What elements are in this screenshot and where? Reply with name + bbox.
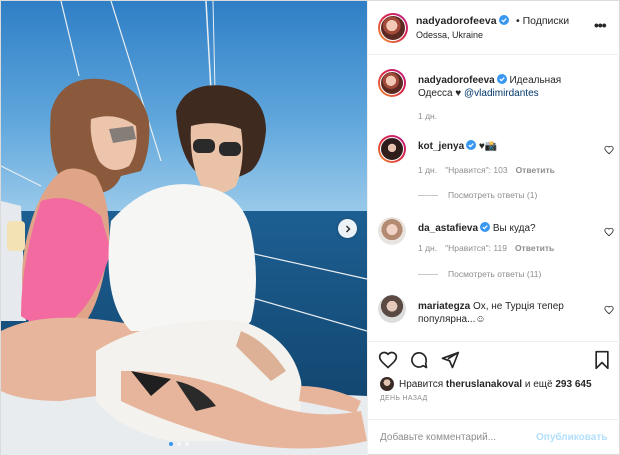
likes-count[interactable]: 293 645: [555, 379, 591, 390]
reply-button[interactable]: Ответить: [516, 165, 555, 175]
following-button[interactable]: • Подписки: [516, 15, 569, 27]
chevron-right-icon: [345, 225, 350, 232]
commenter-avatar[interactable]: [378, 217, 406, 245]
post-side-panel: nadyadorofeeva • Подписки Odessa, Ukrain…: [367, 1, 620, 455]
comment-username[interactable]: da_astafieva: [418, 223, 478, 234]
add-comment-bar: Добавьте комментарий... Опубликовать: [368, 419, 620, 455]
author-avatar[interactable]: [378, 13, 408, 43]
next-slide-button[interactable]: [338, 219, 357, 238]
bookmark-icon[interactable]: [592, 350, 612, 370]
view-replies-button[interactable]: Посмотреть ответы (1): [418, 190, 537, 200]
heart-icon[interactable]: [378, 350, 398, 370]
author-username[interactable]: nadyadorofeeva: [416, 15, 509, 27]
publish-button[interactable]: Опубликовать: [536, 432, 607, 443]
comment-username[interactable]: mariategza: [418, 301, 470, 312]
caption-text: nadyadorofeeva Идеальная Одесса ♥ @vladi…: [418, 74, 562, 99]
view-replies-button[interactable]: Посмотреть ответы (11): [418, 269, 541, 279]
comment-icon[interactable]: [409, 350, 429, 370]
comment-text: da_astafieva Вы куда?: [418, 222, 536, 234]
like-comment-icon[interactable]: [604, 227, 614, 237]
carousel-dot: [177, 442, 181, 446]
likes-summary: Нравится theruslanakoval и ещё 293 645: [380, 377, 592, 391]
comment-text: mariategza Ох, не Турція тепер популярна…: [418, 301, 564, 325]
comment-item: mariategza Ох, не Турція тепер популярна…: [378, 295, 618, 335]
reply-button[interactable]: Ответить: [515, 243, 554, 253]
following-label: Подписки: [522, 15, 570, 27]
post-location[interactable]: Odessa, Ukraine: [416, 30, 483, 40]
commenter-avatar[interactable]: [378, 295, 406, 323]
post-header: nadyadorofeeva • Подписки Odessa, Ukrain…: [368, 1, 620, 55]
post-actions: Нравится theruslanakoval и ещё 293 645 Д…: [368, 341, 620, 405]
verified-icon: [498, 15, 509, 25]
carousel-indicator: [169, 442, 189, 446]
comments-list: nadyadorofeeva Идеальная Одесса ♥ @vladi…: [368, 55, 620, 341]
mention-link[interactable]: @vladimirdantes: [464, 88, 539, 99]
comment-username[interactable]: kot_jenya: [418, 141, 464, 152]
carousel-dot: [185, 442, 189, 446]
like-comment-icon[interactable]: [604, 305, 614, 315]
like-comment-icon[interactable]: [604, 145, 614, 155]
caption-time: 1 дн.: [418, 111, 438, 121]
share-icon[interactable]: [440, 350, 460, 370]
caption-username[interactable]: nadyadorofeeva: [418, 75, 495, 86]
comment-meta: 1 дн. "Нравится": 119 Ответить: [418, 243, 555, 253]
comment-item: da_astafieva Вы куда? 1 дн. "Нравится": 1…: [378, 217, 618, 292]
comment-text: kot_jenya ♥📸: [418, 140, 498, 152]
post-date[interactable]: ДЕНЬ НАЗАД: [380, 395, 428, 402]
verified-icon: [466, 140, 477, 150]
verified-icon: [496, 74, 507, 84]
comment-item: kot_jenya ♥📸 1 дн. "Нравится": 103 Ответит…: [378, 135, 618, 210]
carousel-dot: [169, 442, 173, 446]
commenter-avatar[interactable]: [378, 135, 406, 163]
author-avatar[interactable]: [378, 69, 406, 97]
post-caption: nadyadorofeeva Идеальная Одесса ♥ @vladi…: [378, 69, 618, 129]
liker-username[interactable]: theruslanakoval: [446, 379, 522, 390]
verified-icon: [480, 222, 491, 232]
ellipsis-icon[interactable]: •••: [594, 17, 607, 33]
photo-image: [1, 1, 367, 455]
post-photo[interactable]: [1, 1, 367, 455]
instagram-post: nadyadorofeeva • Подписки Odessa, Ukrain…: [0, 0, 620, 455]
liker-avatar[interactable]: [380, 377, 394, 391]
comment-meta: 1 дн. "Нравится": 103 Ответить: [418, 165, 555, 175]
comment-input[interactable]: Добавьте комментарий...: [380, 432, 496, 443]
